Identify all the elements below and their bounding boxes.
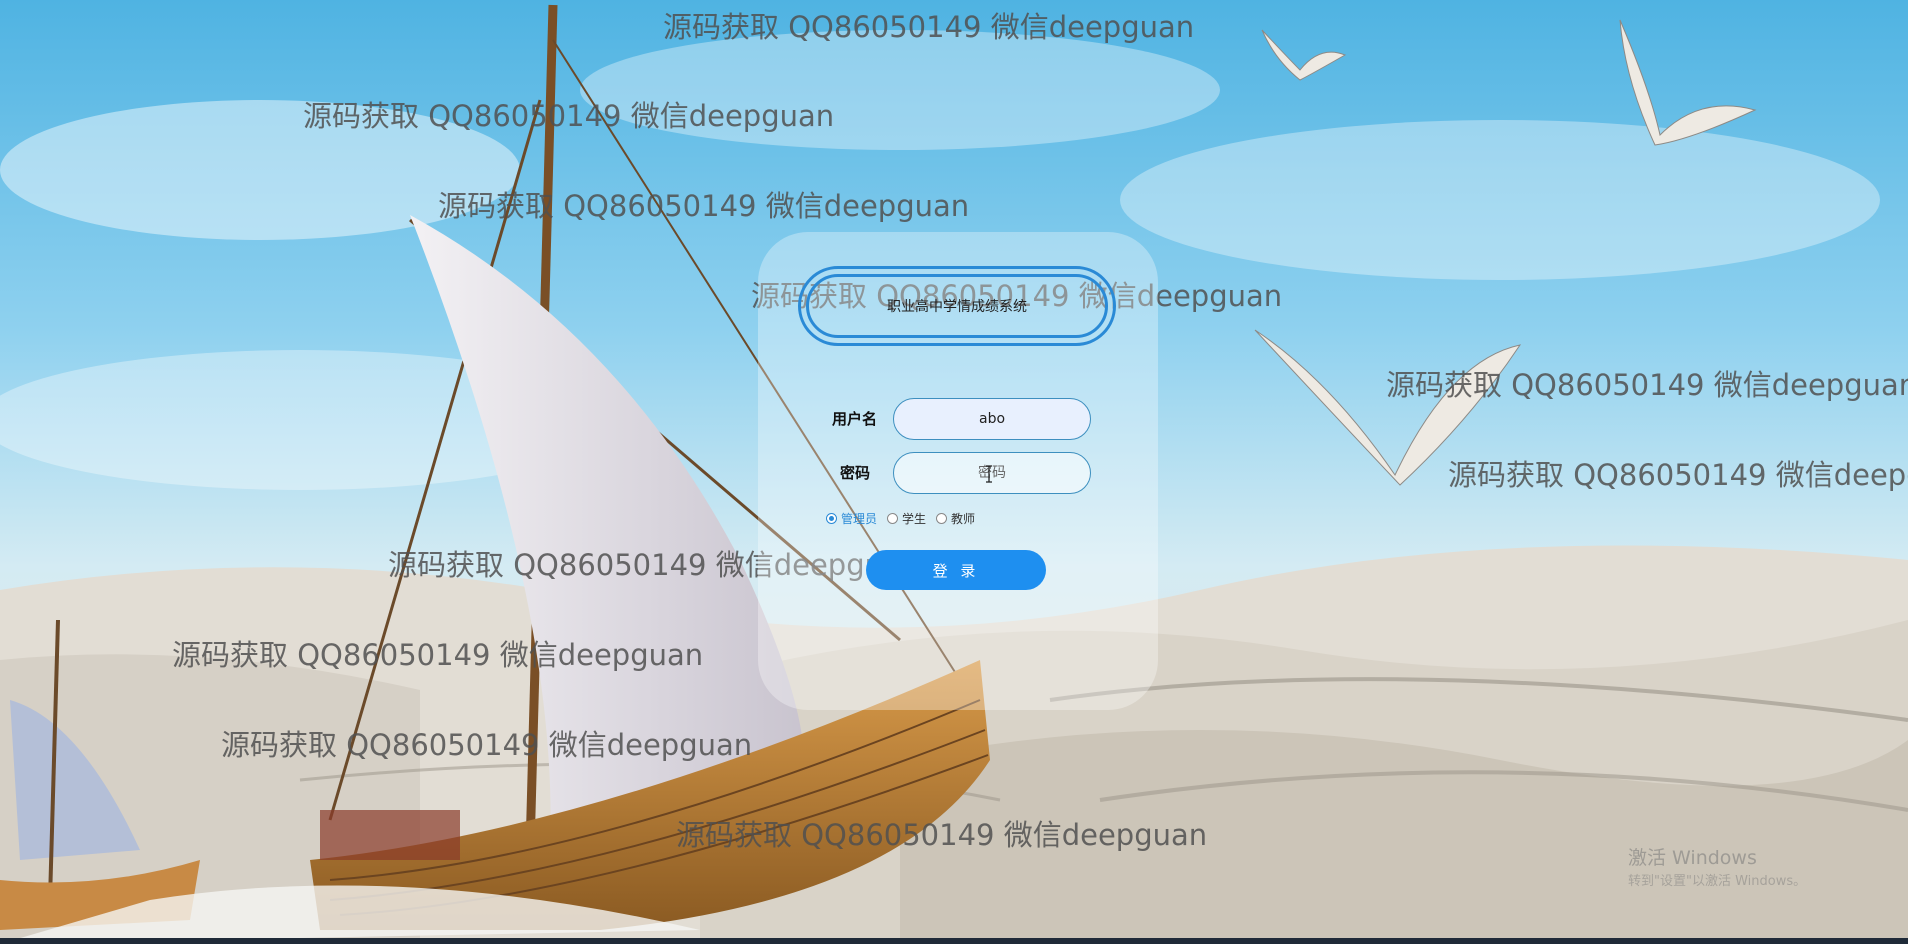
system-title: 职业高中学情成绩系统	[887, 299, 1027, 315]
role-option-admin[interactable]: 管理员	[826, 510, 877, 527]
radio-unchecked-icon[interactable]	[936, 513, 948, 524]
radio-unchecked-icon[interactable]	[887, 513, 899, 524]
activate-windows-title: 激活 Windows	[1628, 847, 1757, 869]
username-input[interactable]	[893, 398, 1091, 440]
role-label: 管理员	[841, 512, 878, 526]
radio-checked-icon[interactable]	[826, 513, 837, 524]
password-label: 密码	[840, 464, 871, 482]
taskbar-edge	[0, 938, 1908, 944]
text-cursor-icon	[986, 465, 992, 483]
username-label: 用户名	[832, 410, 878, 428]
role-label: 教师	[951, 512, 976, 526]
role-label: 学生	[902, 512, 927, 526]
login-button[interactable]: 登 录	[866, 550, 1046, 590]
role-option-student[interactable]: 学生	[887, 510, 926, 527]
role-option-teacher[interactable]: 教师	[936, 510, 975, 527]
activate-windows-subtitle: 转到"设置"以激活 Windows。	[1628, 874, 1807, 889]
login-page: 源码获取 QQ86050149 微信deepguan 源码获取 QQ860501…	[0, 0, 1908, 944]
role-selector: 管理员 学生 教师	[826, 510, 975, 527]
